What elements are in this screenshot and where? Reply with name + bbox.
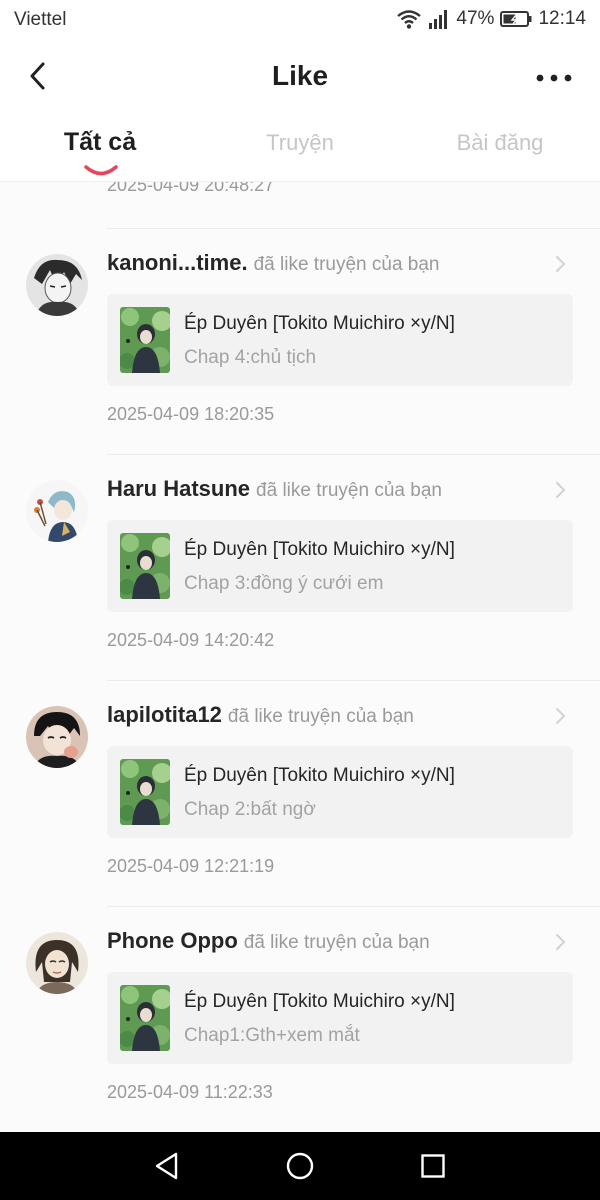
avatar[interactable] (26, 480, 88, 542)
chapter-title: Chap 2:bất ngờ (184, 799, 316, 820)
story-title: Ép Duyên [Tokito Muichiro ×y/N] (184, 991, 455, 1012)
action-text: đã like truyện của bạn (253, 254, 440, 275)
tab-posts[interactable]: Bài đăng (436, 130, 564, 170)
divider (107, 680, 600, 681)
action-text: đã like truyện của bạn (256, 480, 442, 501)
carrier-name: Viettel (14, 9, 67, 30)
system-back-button[interactable] (147, 1148, 187, 1184)
tab-bar: Tất cả Truyện Bài đăng (0, 118, 600, 182)
header: Like (0, 40, 600, 116)
more-options-button[interactable] (534, 62, 574, 94)
divider (107, 906, 600, 907)
story-cover (120, 759, 170, 825)
tab-stories[interactable]: Truyện (240, 130, 360, 170)
system-recents-button[interactable] (413, 1148, 453, 1184)
active-tab-indicator (84, 165, 118, 176)
wifi-icon (396, 8, 422, 30)
avatar[interactable] (26, 706, 88, 768)
item-time: 2025-04-09 11:22:33 (107, 1082, 273, 1102)
story-card[interactable]: Ép Duyên [Tokito Muichiro ×y/N] Chap 2:b… (107, 746, 573, 838)
user-name[interactable]: Haru Hatsune (107, 476, 250, 501)
story-card[interactable]: Ép Duyên [Tokito Muichiro ×y/N] Chap1:Gt… (107, 972, 573, 1064)
chevron-right-icon[interactable] (552, 706, 568, 726)
item-header: Haru Hatsune đã like truyện của bạn (107, 476, 547, 502)
story-cover (120, 533, 170, 599)
item-time: 2025-04-09 18:20:35 (107, 404, 275, 424)
chapter-title: Chap 3:đồng ý cưới em (184, 573, 384, 594)
list-item[interactable]: lapilotita12 đã like truyện của bạn Ép D… (0, 680, 600, 906)
user-name[interactable]: Phone Oppo (107, 928, 238, 953)
item-time: 2025-04-09 14:20:42 (107, 630, 275, 650)
tab-all[interactable]: Tất cả (44, 128, 156, 168)
home-circle-icon (286, 1152, 314, 1180)
like-list[interactable]: 2025-04-09 20:48:27 kanoni...time. đã lik… (0, 182, 600, 1132)
like-notifications-screen: Viettel 47% 12:14 Like Tất cả Truyện Bài… (0, 0, 600, 1200)
user-name[interactable]: kanoni...time. (107, 250, 248, 275)
back-triangle-icon (155, 1152, 178, 1180)
item-header: kanoni...time. đã like truyện của bạn (107, 250, 547, 276)
signal-icon (428, 9, 450, 29)
story-cover (120, 985, 170, 1051)
list-item[interactable]: Haru Hatsune đã like truyện của bạn Ép D… (0, 454, 600, 680)
item-header: lapilotita12 đã like truyện của bạn (107, 702, 547, 728)
story-card[interactable]: Ép Duyên [Tokito Muichiro ×y/N] Chap 4:c… (107, 294, 573, 386)
clock: 12:14 (538, 8, 586, 29)
story-title: Ép Duyên [Tokito Muichiro ×y/N] (184, 765, 455, 786)
divider (107, 454, 600, 455)
status-icons: 47% 12:14 (396, 8, 586, 30)
avatar[interactable] (26, 932, 88, 994)
battery-percent: 47% (456, 8, 495, 29)
system-home-button[interactable] (280, 1148, 320, 1184)
story-cover (120, 307, 170, 373)
system-nav-bar (0, 1132, 600, 1200)
list-item[interactable]: Phone Oppo đã like truyện của bạn Ép Duy… (0, 906, 600, 1132)
user-name[interactable]: lapilotita12 (107, 702, 222, 727)
item-time: 2025-04-09 12:21:19 (107, 856, 275, 876)
chevron-right-icon[interactable] (552, 932, 568, 952)
action-text: đã like truyện của bạn (243, 932, 430, 953)
avatar[interactable] (26, 254, 88, 316)
story-card[interactable]: Ép Duyên [Tokito Muichiro ×y/N] Chap 3:đ… (107, 520, 573, 612)
item-header: Phone Oppo đã like truyện của bạn (107, 928, 547, 954)
chapter-title: Chap 4:chủ tịch (184, 347, 317, 368)
recents-square-icon (421, 1154, 445, 1178)
action-text: đã like truyện của bạn (227, 706, 414, 727)
page-title: Like (271, 60, 329, 91)
chapter-title: Chap1:Gth+xem mắt (184, 1025, 360, 1046)
chevron-right-icon[interactable] (552, 254, 568, 274)
battery-icon (500, 10, 532, 28)
status-bar: Viettel 47% 12:14 (0, 0, 600, 40)
story-title: Ép Duyên [Tokito Muichiro ×y/N] (184, 313, 455, 334)
more-dots-icon (536, 74, 572, 82)
item-time: 2025-04-09 20:48:27 (107, 182, 275, 195)
chevron-right-icon[interactable] (552, 480, 568, 500)
story-title: Ép Duyên [Tokito Muichiro ×y/N] (184, 539, 455, 560)
list-item[interactable]: kanoni...time. đã like truyện của bạn Ép… (0, 228, 600, 454)
divider (107, 228, 600, 229)
